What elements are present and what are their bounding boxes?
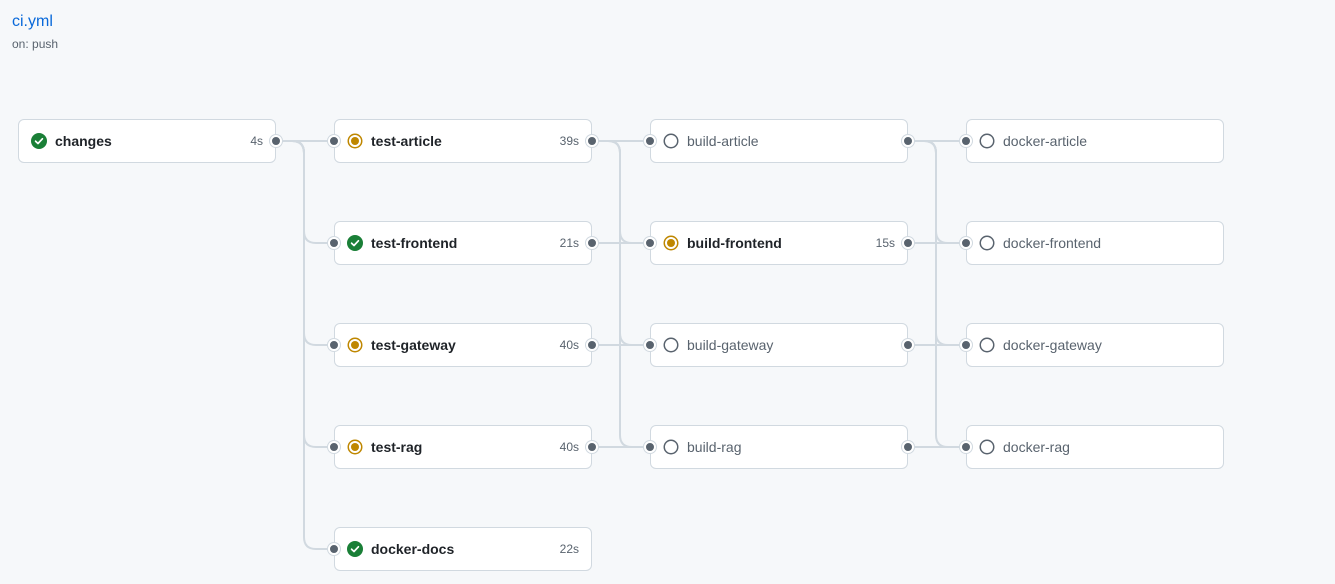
check-circle-icon	[31, 133, 47, 149]
input-port-docker-gateway	[960, 339, 972, 351]
job-name: build-rag	[687, 439, 742, 455]
queued-circle-icon	[663, 439, 679, 455]
job-duration: 4s	[250, 134, 263, 148]
input-port-test-gateway	[328, 339, 340, 351]
job-name: docker-article	[1003, 133, 1088, 149]
job-name: docker-rag	[1003, 439, 1070, 455]
input-port-build-article	[644, 135, 656, 147]
input-port-test-frontend	[328, 237, 340, 249]
job-duration: 40s	[559, 440, 579, 454]
job-name: build-gateway	[687, 337, 774, 353]
job-docker-frontend[interactable]: docker-frontend	[966, 221, 1224, 265]
job-docker-docs[interactable]: docker-docs 22s	[334, 527, 592, 571]
queued-circle-icon	[663, 133, 679, 149]
job-build-rag[interactable]: build-rag	[650, 425, 908, 469]
job-test-gateway[interactable]: test-gateway 40s	[334, 323, 592, 367]
output-port-test-rag	[586, 441, 598, 453]
input-port-build-rag	[644, 441, 656, 453]
input-port-docker-frontend	[960, 237, 972, 249]
job-duration: 22s	[559, 542, 579, 556]
job-test-frontend[interactable]: test-frontend 21s	[334, 221, 592, 265]
job-name: docker-docs	[371, 541, 455, 557]
output-port-changes	[270, 135, 282, 147]
job-docker-article[interactable]: docker-article	[966, 119, 1224, 163]
check-circle-icon	[347, 235, 363, 251]
queued-circle-icon	[663, 337, 679, 353]
input-port-build-gateway	[644, 339, 656, 351]
job-name: docker-frontend	[1003, 235, 1102, 251]
in-progress-icon	[347, 439, 363, 455]
output-port-test-gateway	[586, 339, 598, 351]
input-port-test-rag	[328, 441, 340, 453]
queued-circle-icon	[979, 133, 995, 149]
input-port-build-frontend	[644, 237, 656, 249]
job-test-rag[interactable]: test-rag 40s	[334, 425, 592, 469]
job-duration: 40s	[559, 338, 579, 352]
check-circle-icon	[347, 541, 363, 557]
job-build-article[interactable]: build-article	[650, 119, 908, 163]
job-test-article[interactable]: test-article 39s	[334, 119, 592, 163]
job-docker-rag[interactable]: docker-rag	[966, 425, 1224, 469]
input-port-docker-docs	[328, 543, 340, 555]
in-progress-icon	[347, 337, 363, 353]
job-build-frontend[interactable]: build-frontend 15s	[650, 221, 908, 265]
job-name: test-rag	[371, 439, 423, 455]
output-port-build-gateway	[902, 339, 914, 351]
job-name: build-article	[687, 133, 759, 149]
queued-circle-icon	[979, 439, 995, 455]
job-name: test-frontend	[371, 235, 458, 251]
job-name: docker-gateway	[1003, 337, 1102, 353]
queued-circle-icon	[979, 235, 995, 251]
job-duration: 39s	[559, 134, 579, 148]
job-build-gateway[interactable]: build-gateway	[650, 323, 908, 367]
edge-build-article-to-docker-rag	[908, 140, 966, 448]
input-port-docker-article	[960, 135, 972, 147]
output-port-test-article	[586, 135, 598, 147]
in-progress-icon	[663, 235, 679, 251]
job-docker-gateway[interactable]: docker-gateway	[966, 323, 1224, 367]
job-duration: 21s	[559, 236, 579, 250]
output-port-build-frontend	[902, 237, 914, 249]
job-duration: 15s	[875, 236, 895, 250]
job-changes[interactable]: changes 4s	[18, 119, 276, 163]
queued-circle-icon	[979, 337, 995, 353]
output-port-build-rag	[902, 441, 914, 453]
edge-test-article-to-build-rag	[592, 140, 650, 448]
job-name: build-frontend	[687, 235, 782, 251]
job-name: test-article	[371, 133, 442, 149]
job-name: changes	[55, 133, 112, 149]
output-port-test-frontend	[586, 237, 598, 249]
output-port-build-article	[902, 135, 914, 147]
in-progress-icon	[347, 133, 363, 149]
input-port-test-article	[328, 135, 340, 147]
input-port-docker-rag	[960, 441, 972, 453]
job-name: test-gateway	[371, 337, 456, 353]
dependency-graph	[276, 140, 966, 550]
